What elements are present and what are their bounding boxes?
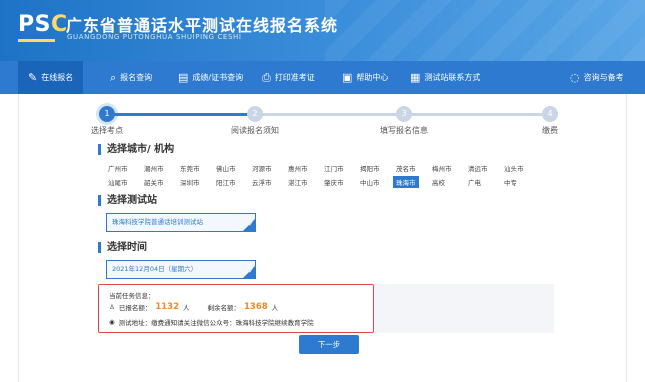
remaining-count: 1368: [244, 302, 268, 312]
city-item[interactable]: 揭阳市: [360, 163, 380, 173]
city-item[interactable]: 清远市: [468, 163, 488, 173]
step-1-label: 选择考点: [91, 126, 123, 135]
next-step-button[interactable]: 下一步: [299, 335, 359, 354]
nav-help-center[interactable]: ▣ 帮助中心: [332, 61, 398, 94]
city-item[interactable]: 肇庆市: [324, 177, 344, 187]
nav-print-ticket[interactable]: ⎙ 打印准考证: [252, 61, 325, 94]
city-item[interactable]: 茂名市: [396, 163, 416, 173]
check-icon: ✓: [243, 266, 255, 278]
step-connector: [260, 113, 404, 116]
time-section-title: 选择时间: [98, 242, 147, 253]
step-1-dot: 1: [99, 106, 115, 122]
printer-icon: ⎙: [262, 71, 271, 84]
city-item[interactable]: 汕头市: [504, 163, 524, 173]
person-icon: ♙: [109, 303, 115, 311]
city-item[interactable]: 潮州市: [144, 163, 164, 173]
city-item[interactable]: 惠州市: [288, 163, 308, 173]
edit-icon: ✎: [28, 71, 38, 84]
city-item[interactable]: 河源市: [252, 163, 272, 173]
city-item[interactable]: 中专: [504, 177, 517, 187]
logo: PSC: [18, 12, 68, 37]
city-item-selected[interactable]: 珠海市: [393, 176, 419, 188]
check-icon: ✓: [243, 219, 255, 231]
city-item[interactable]: 江门市: [324, 163, 344, 173]
nav-score-query[interactable]: ▤ 成绩/证书查询: [168, 61, 253, 94]
step-3-dot: 3: [396, 106, 412, 122]
city-item[interactable]: 深圳市: [180, 177, 200, 187]
help-icon: ▣: [342, 71, 353, 84]
step-2-label: 阅读报名须知: [231, 126, 279, 135]
station-section-title: 选择测试站: [98, 195, 157, 206]
city-section-title: 选择城市/ 机构: [98, 144, 174, 155]
task-info-box: 当前任务信息： ♙ 已报名额： 1132 人 剩余名额： 1368 人 ◉ 测试…: [98, 284, 374, 333]
main-panel: 1 2 3 4 选择考点 阅读报名须知 填写报名信息 缴费 选择城市/ 机构 广…: [18, 94, 627, 382]
step-2-dot: 2: [247, 106, 263, 122]
step-4-label: 缴费: [542, 126, 558, 135]
progress-steps: 1 2 3 4 选择考点 阅读报名须知 填写报名信息 缴费: [19, 100, 628, 135]
logo-underline: [18, 39, 55, 42]
city-item[interactable]: 汕尾市: [108, 177, 128, 187]
address-line: ◉ 测试地址：缴费通知请关注微信公众号：珠海科技学院继续教育学院: [109, 318, 314, 327]
registered-count: 1132: [155, 302, 179, 312]
time-select[interactable]: 2021年12月04日（星期六） ✓: [106, 260, 256, 279]
city-item[interactable]: 湛江市: [288, 177, 308, 187]
info-title: 当前任务信息：: [109, 292, 155, 300]
nav-signup-query[interactable]: ⌕ 报名查询: [100, 61, 162, 94]
city-item[interactable]: 阳江市: [216, 177, 236, 187]
step-3-label: 填写报名信息: [380, 126, 428, 135]
quota-line: ♙ 已报名额： 1132 人 剩余名额： 1368 人: [109, 302, 279, 312]
nav-station-contact[interactable]: ▦ 测试站联系方式: [400, 61, 490, 94]
nav-consult[interactable]: ◌ 咨询与备考: [560, 61, 634, 94]
city-item[interactable]: 广电: [468, 177, 481, 187]
contact-icon: ▦: [410, 71, 421, 84]
city-item[interactable]: 高校: [432, 177, 445, 187]
location-icon: ◉: [109, 318, 115, 326]
city-item[interactable]: 云浮市: [252, 177, 272, 187]
station-select[interactable]: 珠海科技学院普通话培训测试站 ✓: [106, 213, 256, 232]
step-4-dot: 4: [542, 106, 558, 122]
city-item[interactable]: 中山市: [360, 177, 380, 187]
city-item[interactable]: 韶关市: [144, 177, 164, 187]
header: PSC 广东省普通话水平测试在线报名系统 GUANGDONG PUTONGHUA…: [0, 0, 645, 61]
chat-icon: ◌: [570, 71, 580, 84]
city-item[interactable]: 梅州市: [432, 163, 452, 173]
header-decoration: [325, 0, 645, 61]
info-background: [374, 284, 554, 333]
site-subtitle: GUANGDONG PUTONGHUA SHUIPING CESHI: [67, 33, 242, 41]
main-nav: ✎ 在线报名 ⌕ 报名查询 ▤ 成绩/证书查询 ⎙ 打印准考证 ▣ 帮助中心 ▦…: [0, 61, 645, 94]
search-icon: ⌕: [110, 71, 117, 84]
nav-online-signup[interactable]: ✎ 在线报名: [18, 61, 84, 94]
city-item[interactable]: 佛山市: [216, 163, 236, 173]
city-item[interactable]: 广州市: [108, 163, 128, 173]
certificate-icon: ▤: [178, 71, 189, 84]
city-item[interactable]: 东莞市: [180, 163, 200, 173]
step-connector: [107, 113, 260, 116]
step-connector: [404, 113, 550, 116]
